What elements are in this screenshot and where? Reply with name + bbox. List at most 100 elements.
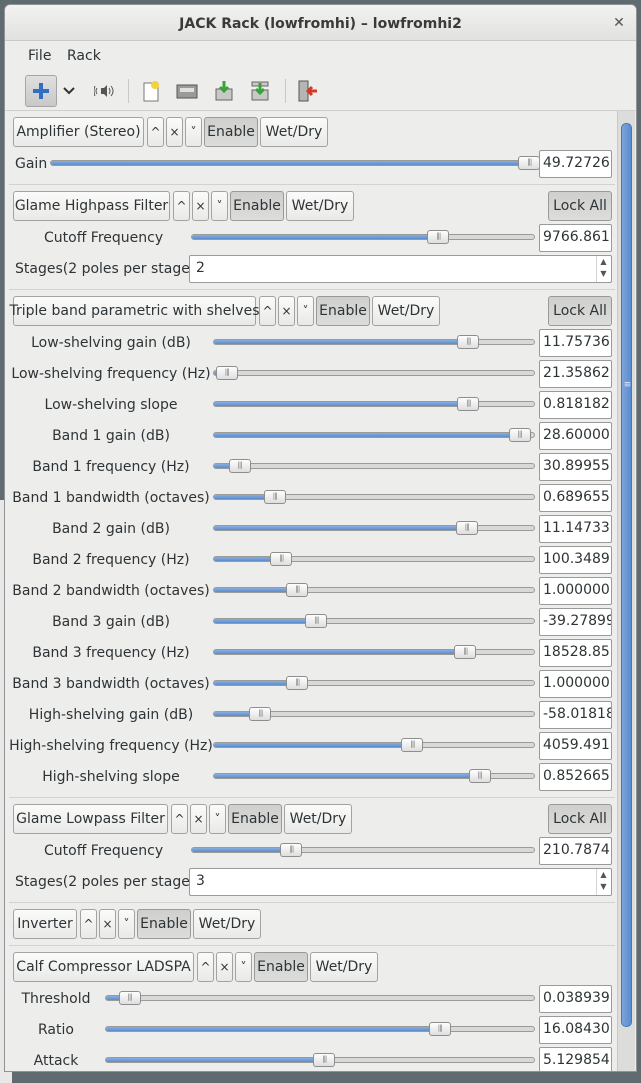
control-slider[interactable]: |||: [213, 397, 535, 411]
slider-handle-icon[interactable]: |||: [468, 769, 491, 783]
wetdry-toggle[interactable]: Wet/Dry: [260, 117, 328, 147]
control-value-field[interactable]: 9766.861: [539, 224, 612, 252]
control-slider[interactable]: |||: [213, 428, 535, 442]
control-slider[interactable]: |||: [105, 1022, 535, 1036]
control-slider[interactable]: |||: [213, 459, 535, 473]
plugin-name-button[interactable]: Inverter: [13, 909, 77, 939]
move-down-button[interactable]: ˅: [185, 117, 202, 147]
control-value-field[interactable]: 28.60000: [539, 422, 612, 450]
remove-plugin-button[interactable]: ×: [192, 191, 209, 221]
control-value-field[interactable]: 0.038939: [539, 985, 612, 1013]
slider-handle-icon[interactable]: |||: [215, 366, 238, 380]
wetdry-toggle[interactable]: Wet/Dry: [284, 804, 352, 834]
speaker-button[interactable]: [88, 75, 120, 107]
open-rack-button[interactable]: [171, 75, 203, 107]
menu-rack[interactable]: Rack: [67, 48, 101, 64]
enable-toggle[interactable]: Enable: [230, 191, 284, 221]
menu-file[interactable]: File: [28, 48, 51, 64]
lock-all-toggle[interactable]: Lock All: [548, 191, 612, 221]
move-up-button[interactable]: ^: [171, 804, 188, 834]
stages-spinbox[interactable]: 2 ▲ ▼: [189, 255, 612, 283]
lock-all-toggle[interactable]: Lock All: [548, 804, 612, 834]
control-slider[interactable]: |||: [213, 769, 535, 783]
add-plugin-menu-button[interactable]: [57, 75, 81, 107]
slider-handle-icon[interactable]: |||: [270, 552, 293, 566]
title-bar[interactable]: JACK Rack (lowfromhi) – lowfromhi2 ✕: [5, 5, 636, 41]
wetdry-toggle[interactable]: Wet/Dry: [286, 191, 354, 221]
slider-handle-icon[interactable]: |||: [428, 1022, 451, 1036]
scrollbar-thumb[interactable]: ≡: [621, 123, 632, 1027]
slider-handle-icon[interactable]: |||: [286, 583, 309, 597]
slider-handle-icon[interactable]: |||: [305, 614, 328, 628]
save-as-button[interactable]: [244, 75, 276, 107]
enable-toggle[interactable]: Enable: [228, 804, 282, 834]
move-up-button[interactable]: ^: [259, 296, 276, 326]
add-plugin-button[interactable]: [25, 75, 57, 107]
new-rack-button[interactable]: [135, 75, 167, 107]
move-up-button[interactable]: ^: [80, 909, 97, 939]
control-value-field[interactable]: 11.14733: [539, 515, 612, 543]
lock-all-toggle[interactable]: Lock All: [548, 296, 612, 326]
slider-handle-icon[interactable]: |||: [280, 843, 303, 857]
control-value-field[interactable]: 21.35862: [539, 360, 612, 388]
control-slider[interactable]: |||: [213, 676, 535, 690]
control-value-field[interactable]: 210.7874: [539, 837, 612, 865]
slider-handle-icon[interactable]: |||: [286, 676, 309, 690]
control-value-field[interactable]: -39.27899: [539, 608, 612, 636]
stages-spinbox[interactable]: 3 ▲ ▼: [189, 868, 612, 896]
control-value-field[interactable]: 30.89955: [539, 453, 612, 481]
move-up-button[interactable]: ^: [197, 952, 214, 982]
control-value-field[interactable]: 18528.85: [539, 639, 612, 667]
control-slider[interactable]: |||: [105, 1053, 535, 1067]
spin-arrows-icon[interactable]: ▲ ▼: [596, 256, 610, 282]
plugin-name-button[interactable]: Calf Compressor LADSPA: [13, 952, 194, 982]
slider-handle-icon[interactable]: |||: [508, 428, 531, 442]
enable-toggle[interactable]: Enable: [204, 117, 258, 147]
slider-handle-icon[interactable]: |||: [401, 738, 424, 752]
remove-plugin-button[interactable]: ×: [216, 952, 233, 982]
spin-arrows-icon[interactable]: ▲ ▼: [596, 869, 610, 895]
control-slider[interactable]: |||: [213, 583, 535, 597]
control-value-field[interactable]: 49.72726: [539, 150, 612, 178]
slider-handle-icon[interactable]: |||: [457, 397, 480, 411]
plugin-name-button[interactable]: Triple band parametric with shelves: [10, 296, 260, 326]
control-slider[interactable]: |||: [213, 707, 535, 721]
rack-scrollbar[interactable]: ≡: [617, 111, 635, 1071]
save-rack-button[interactable]: [208, 75, 240, 107]
slider-handle-icon[interactable]: |||: [263, 490, 286, 504]
move-down-button[interactable]: ˅: [209, 804, 226, 834]
quit-button[interactable]: [292, 75, 324, 107]
wetdry-toggle[interactable]: Wet/Dry: [372, 296, 440, 326]
remove-plugin-button[interactable]: ×: [278, 296, 295, 326]
plugin-name-button[interactable]: Glame Highpass Filter: [13, 191, 170, 221]
control-slider[interactable]: |||: [213, 490, 535, 504]
control-value-field[interactable]: 100.3489: [539, 546, 612, 574]
control-slider[interactable]: |||: [213, 366, 535, 380]
slider-handle-icon[interactable]: |||: [228, 459, 251, 473]
control-value-field[interactable]: 16.08430: [539, 1016, 612, 1044]
enable-toggle[interactable]: Enable: [254, 952, 308, 982]
slider-handle-icon[interactable]: |||: [427, 230, 450, 244]
move-down-button[interactable]: ˅: [235, 952, 252, 982]
control-value-field[interactable]: 5.129854: [539, 1047, 612, 1071]
control-slider[interactable]: |||: [213, 738, 535, 752]
control-value-field[interactable]: 4059.491: [539, 732, 612, 760]
window-close-icon[interactable]: ✕: [610, 14, 628, 32]
enable-toggle[interactable]: Enable: [316, 296, 370, 326]
control-slider[interactable]: |||: [213, 521, 535, 535]
control-slider[interactable]: |||: [213, 614, 535, 628]
move-up-button[interactable]: ^: [147, 117, 164, 147]
control-slider[interactable]: |||: [191, 230, 535, 244]
control-value-field[interactable]: 11.75736: [539, 329, 612, 357]
slider-handle-icon[interactable]: |||: [313, 1053, 336, 1067]
plugin-name-button[interactable]: Glame Lowpass Filter: [13, 804, 168, 834]
slider-handle-icon[interactable]: |||: [457, 335, 480, 349]
control-value-field[interactable]: 0.689655: [539, 484, 612, 512]
wetdry-toggle[interactable]: Wet/Dry: [193, 909, 261, 939]
remove-plugin-button[interactable]: ×: [99, 909, 116, 939]
plugin-name-button[interactable]: Amplifier (Stereo): [13, 117, 144, 147]
remove-plugin-button[interactable]: ×: [166, 117, 183, 147]
remove-plugin-button[interactable]: ×: [190, 804, 207, 834]
control-slider[interactable]: |||: [191, 843, 535, 857]
move-down-button[interactable]: ˅: [118, 909, 135, 939]
